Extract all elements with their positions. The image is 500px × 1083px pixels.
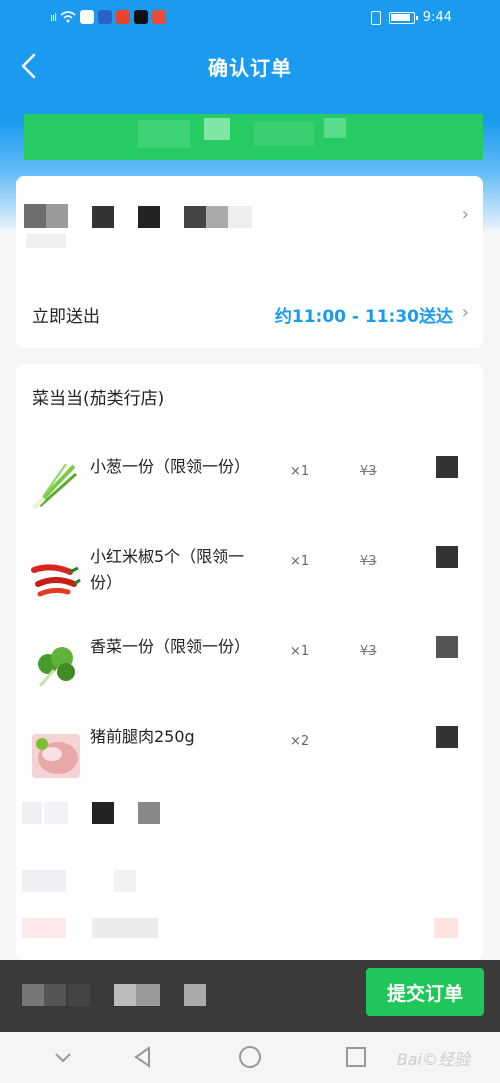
item-quantity: ×1	[290, 464, 310, 479]
pork-image	[32, 734, 80, 778]
address-row[interactable]: ›	[16, 176, 483, 266]
item-name: 小红米椒5个（限领一份）	[90, 547, 245, 592]
status-bar: ııl 9:44	[0, 0, 500, 38]
blurred-address	[24, 204, 46, 228]
blurred-region	[434, 918, 458, 938]
blurred-region	[114, 870, 136, 892]
blurred-address	[206, 206, 228, 228]
page-title: 确认订单	[208, 56, 292, 80]
map-pin-icon	[152, 10, 167, 24]
delivery-label: 立即送出	[32, 307, 100, 327]
blurred-total	[114, 984, 136, 1006]
item-name: 香菜一份（限领一份）	[90, 637, 251, 656]
delivery-time-row[interactable]: 立即送出 约11:00 - 11:30送达 ›	[16, 276, 483, 348]
back-triangle-icon[interactable]	[130, 1044, 156, 1070]
item-original-price: ¥3	[360, 464, 377, 479]
app-notification-icon	[98, 10, 113, 24]
blurred-region	[324, 118, 346, 138]
blurred-total	[136, 984, 160, 1006]
blurred-summary-row	[16, 800, 483, 830]
item-quantity: ×1	[290, 554, 310, 569]
submit-order-button[interactable]: 提交订单	[366, 968, 484, 1016]
blurred-region	[92, 918, 158, 938]
blurred-region	[138, 802, 160, 824]
shop-card: 菜当当(茄类行店) 小葱一份（限领一份） ×1 ¥3 小红米椒5个（限领一份） …	[16, 364, 483, 960]
coriander-image	[38, 647, 75, 687]
blurred-address	[92, 206, 114, 228]
checkout-bar: 提交订单	[0, 960, 500, 1032]
blurred-address	[26, 234, 66, 248]
status-time: 9:44	[422, 10, 452, 25]
item-original-price: ¥3	[360, 644, 377, 659]
blurred-region	[138, 120, 190, 148]
blurred-price	[436, 456, 458, 478]
order-item: 小红米椒5个（限领一份） ×1 ¥3	[16, 540, 483, 620]
recents-square-icon[interactable]	[343, 1044, 369, 1070]
blurred-price	[436, 546, 458, 568]
item-original-price: ¥3	[360, 554, 377, 569]
blurred-region	[22, 870, 66, 892]
home-circle-icon[interactable]	[237, 1044, 263, 1070]
blurred-region	[254, 122, 314, 146]
green-onion-image	[32, 463, 77, 510]
blurred-price	[436, 636, 458, 658]
shop-name: 菜当当(茄类行店)	[32, 389, 165, 409]
blurred-address	[138, 206, 160, 228]
blurred-total	[184, 984, 206, 1006]
blurred-price	[436, 726, 458, 748]
order-item: 小葱一份（限领一份） ×1 ¥3	[16, 450, 483, 530]
watermark: Bai©经验	[396, 1050, 470, 1069]
chevron-right-icon: ›	[461, 204, 469, 225]
blurred-region	[44, 802, 68, 824]
status-icons-left: ııl	[50, 10, 167, 24]
weibo-icon	[116, 10, 131, 24]
battery-icon	[388, 11, 418, 24]
blurred-address	[46, 204, 68, 228]
blurred-total	[44, 984, 66, 1006]
system-nav-bar: Bai©经验	[0, 1032, 500, 1083]
item-quantity: ×1	[290, 644, 310, 659]
order-item: 猪前腿肉250g ×2	[16, 720, 483, 800]
item-quantity: ×2	[290, 734, 310, 749]
blurred-region	[22, 918, 66, 938]
blurred-address	[184, 206, 206, 228]
blurred-region	[22, 802, 42, 824]
blurred-region	[92, 802, 114, 824]
blurred-total	[68, 984, 90, 1006]
order-item: 香菜一份（限领一份） ×1 ¥3	[16, 630, 483, 710]
vibrate-icon	[370, 10, 381, 25]
promo-banner[interactable]	[24, 114, 483, 160]
blurred-summary-row	[16, 914, 483, 944]
item-name: 猪前腿肉250g	[90, 727, 195, 746]
item-name: 小葱一份（限领一份）	[90, 457, 251, 476]
status-icons-right: 9:44	[370, 10, 452, 25]
red-chili-image	[31, 564, 81, 597]
tiktok-icon	[134, 10, 149, 24]
address-card: › 立即送出 约11:00 - 11:30送达 ›	[16, 176, 483, 348]
app-notification-icon	[80, 10, 95, 24]
blurred-address	[228, 206, 252, 228]
signal-icon: ııl	[50, 10, 57, 24]
chevron-down-icon[interactable]	[50, 1044, 76, 1070]
blurred-summary-row	[16, 868, 483, 898]
chevron-right-icon: ›	[461, 302, 469, 323]
blurred-total	[22, 984, 44, 1006]
nav-bar: 确认订单	[0, 38, 500, 94]
delivery-time: 约11:00 - 11:30送达	[274, 307, 453, 327]
wifi-icon	[60, 11, 76, 23]
blurred-region	[204, 118, 230, 140]
